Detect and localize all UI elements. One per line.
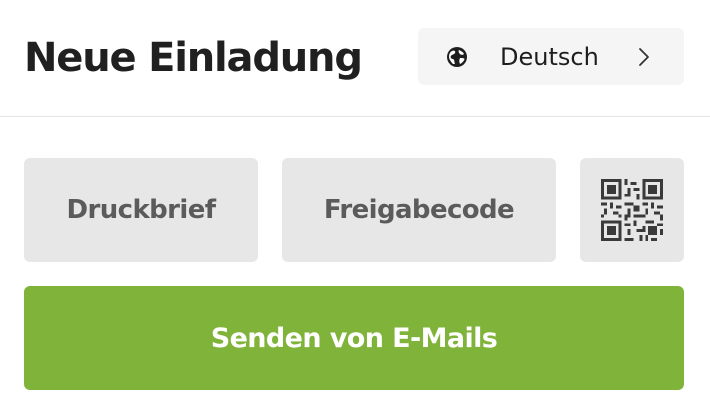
share-code-label: Freigabecode [323,195,515,225]
send-email-button[interactable]: Senden von E-Mails [24,286,684,390]
globe-icon [447,47,467,67]
chevron-right-icon [639,48,649,66]
language-label: Deutsch [500,43,599,71]
share-code-button[interactable]: Freigabecode [282,158,556,262]
send-email-label: Senden von E-Mails [210,322,498,354]
print-letter-label: Druckbrief [66,195,217,225]
qr-code-icon [601,179,663,241]
language-selector-button[interactable]: Deutsch [418,28,684,85]
qr-code-button[interactable] [580,158,684,262]
page-title: Neue Einladung [24,35,363,81]
header: Neue Einladung Deutsch [0,0,710,117]
print-letter-button[interactable]: Druckbrief [24,158,258,262]
